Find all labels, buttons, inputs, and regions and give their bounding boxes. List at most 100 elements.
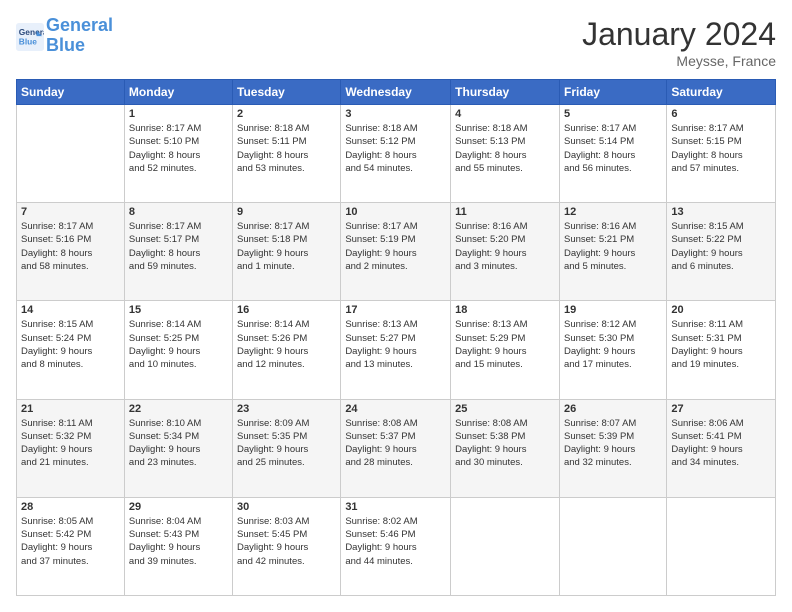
day-number: 1: [129, 108, 228, 120]
calendar-cell: 9 Sunrise: 8:17 AMSunset: 5:18 PMDaylight…: [233, 203, 341, 301]
calendar-cell: 10 Sunrise: 8:17 AMSunset: 5:19 PMDayligh…: [341, 203, 451, 301]
day-info: Sunrise: 8:09 AMSunset: 5:35 PMDaylight:…: [237, 417, 336, 470]
day-info: Sunrise: 8:06 AMSunset: 5:41 PMDaylight:…: [671, 417, 771, 470]
calendar-cell: 5Sunrise: 8:17 AMSunset: 5:14 PMDaylight…: [559, 105, 666, 203]
day-info: Sunrise: 8:11 AMSunset: 5:31 PMDaylight:…: [671, 318, 771, 371]
calendar-cell: 25Sunrise: 8:08 AMSunset: 5:38 PMDayligh…: [451, 399, 560, 497]
day-number: 20: [671, 304, 771, 316]
calendar-cell: 24 Sunrise: 8:08 AMSunset: 5:37 PMDayligh…: [341, 399, 451, 497]
day-info: Sunrise: 8:18 AMSunset: 5:13 PMDaylight:…: [455, 122, 555, 175]
calendar-cell: 14Sunrise: 8:15 AMSunset: 5:24 PMDayligh…: [17, 301, 125, 399]
calendar-cell: 13 Sunrise: 8:15 AMSunset: 5:22 PMDayligh…: [667, 203, 776, 301]
header: General Blue GeneralBlue January 2024 Me…: [16, 16, 776, 69]
day-info: Sunrise: 8:16 AMSunset: 5:20 PMDaylight:…: [455, 220, 555, 273]
calendar-cell: 16 Sunrise: 8:14 AMSunset: 5:26 PMDayligh…: [233, 301, 341, 399]
day-number: 24: [345, 403, 446, 415]
day-info: Sunrise: 8:18 AMSunset: 5:11 PMDaylight:…: [237, 122, 336, 175]
day-number: 16: [237, 304, 336, 316]
day-info: Sunrise: 8:07 AMSunset: 5:39 PMDaylight:…: [564, 417, 662, 470]
calendar-cell: 7 Sunrise: 8:17 AMSunset: 5:16 PMDaylight…: [17, 203, 125, 301]
calendar-cell: 12 Sunrise: 8:16 AMSunset: 5:21 PMDayligh…: [559, 203, 666, 301]
day-info: Sunrise: 8:17 AMSunset: 5:18 PMDaylight:…: [237, 220, 336, 273]
day-info: Sunrise: 8:10 AMSunset: 5:34 PMDaylight:…: [129, 417, 228, 470]
day-info: Sunrise: 8:04 AMSunset: 5:43 PMDaylight:…: [129, 515, 228, 568]
weekday-header: Thursday: [451, 80, 560, 105]
day-number: 14: [21, 304, 120, 316]
day-info: Sunrise: 8:14 AMSunset: 5:25 PMDaylight:…: [129, 318, 228, 371]
weekday-header: Sunday: [17, 80, 125, 105]
day-number: 13: [671, 206, 771, 218]
calendar-cell: 6Sunrise: 8:17 AMSunset: 5:15 PMDaylight…: [667, 105, 776, 203]
calendar-cell: [667, 497, 776, 595]
month-title: January 2024: [582, 16, 776, 53]
calendar-cell: 23Sunrise: 8:09 AMSunset: 5:35 PMDayligh…: [233, 399, 341, 497]
day-info: Sunrise: 8:08 AMSunset: 5:37 PMDaylight:…: [345, 417, 446, 470]
day-number: 11: [455, 206, 555, 218]
day-number: 6: [671, 108, 771, 120]
day-number: 31: [345, 501, 446, 513]
calendar-cell: 27 Sunrise: 8:06 AMSunset: 5:41 PMDayligh…: [667, 399, 776, 497]
day-number: 27: [671, 403, 771, 415]
day-info: Sunrise: 8:17 AMSunset: 5:10 PMDaylight:…: [129, 122, 228, 175]
day-number: 19: [564, 304, 662, 316]
day-number: 18: [455, 304, 555, 316]
calendar-week-row: 28 Sunrise: 8:05 AMSunset: 5:42 PMDayligh…: [17, 497, 776, 595]
calendar-cell: 11 Sunrise: 8:16 AMSunset: 5:20 PMDayligh…: [451, 203, 560, 301]
day-info: Sunrise: 8:17 AMSunset: 5:16 PMDaylight:…: [21, 220, 120, 273]
day-info: Sunrise: 8:16 AMSunset: 5:21 PMDaylight:…: [564, 220, 662, 273]
day-number: 10: [345, 206, 446, 218]
calendar-cell: 29 Sunrise: 8:04 AMSunset: 5:43 PMDayligh…: [124, 497, 232, 595]
calendar-cell: 22 Sunrise: 8:10 AMSunset: 5:34 PMDayligh…: [124, 399, 232, 497]
calendar-table: SundayMondayTuesdayWednesdayThursdayFrid…: [16, 79, 776, 596]
day-number: 7: [21, 206, 120, 218]
day-info: Sunrise: 8:17 AMSunset: 5:17 PMDaylight:…: [129, 220, 228, 273]
day-number: 22: [129, 403, 228, 415]
day-number: 4: [455, 108, 555, 120]
day-info: Sunrise: 8:11 AMSunset: 5:32 PMDaylight:…: [21, 417, 120, 470]
weekday-header: Wednesday: [341, 80, 451, 105]
day-info: Sunrise: 8:03 AMSunset: 5:45 PMDaylight:…: [237, 515, 336, 568]
logo-icon: General Blue: [16, 23, 44, 51]
location-title: Meysse, France: [582, 53, 776, 69]
title-area: January 2024 Meysse, France: [582, 16, 776, 69]
day-number: 12: [564, 206, 662, 218]
day-info: Sunrise: 8:13 AMSunset: 5:27 PMDaylight:…: [345, 318, 446, 371]
day-info: Sunrise: 8:14 AMSunset: 5:26 PMDaylight:…: [237, 318, 336, 371]
calendar-cell: 31 Sunrise: 8:02 AMSunset: 5:46 PMDayligh…: [341, 497, 451, 595]
day-number: 9: [237, 206, 336, 218]
calendar-cell: 19 Sunrise: 8:12 AMSunset: 5:30 PMDayligh…: [559, 301, 666, 399]
calendar-week-row: 14Sunrise: 8:15 AMSunset: 5:24 PMDayligh…: [17, 301, 776, 399]
day-number: 28: [21, 501, 120, 513]
logo: General Blue GeneralBlue: [16, 16, 113, 56]
calendar-week-row: 7 Sunrise: 8:17 AMSunset: 5:16 PMDaylight…: [17, 203, 776, 301]
calendar-cell: 26 Sunrise: 8:07 AMSunset: 5:39 PMDayligh…: [559, 399, 666, 497]
day-number: 3: [345, 108, 446, 120]
calendar-week-row: 1 Sunrise: 8:17 AMSunset: 5:10 PMDaylight…: [17, 105, 776, 203]
day-info: Sunrise: 8:12 AMSunset: 5:30 PMDaylight:…: [564, 318, 662, 371]
day-info: Sunrise: 8:18 AMSunset: 5:12 PMDaylight:…: [345, 122, 446, 175]
calendar-cell: [17, 105, 125, 203]
day-info: Sunrise: 8:02 AMSunset: 5:46 PMDaylight:…: [345, 515, 446, 568]
day-info: Sunrise: 8:17 AMSunset: 5:14 PMDaylight:…: [564, 122, 662, 175]
day-info: Sunrise: 8:17 AMSunset: 5:19 PMDaylight:…: [345, 220, 446, 273]
day-number: 17: [345, 304, 446, 316]
day-number: 2: [237, 108, 336, 120]
calendar-cell: 2 Sunrise: 8:18 AMSunset: 5:11 PMDaylight…: [233, 105, 341, 203]
page: General Blue GeneralBlue January 2024 Me…: [0, 0, 792, 612]
day-number: 26: [564, 403, 662, 415]
calendar-cell: 8 Sunrise: 8:17 AMSunset: 5:17 PMDaylight…: [124, 203, 232, 301]
day-info: Sunrise: 8:08 AMSunset: 5:38 PMDaylight:…: [455, 417, 555, 470]
calendar-cell: 17 Sunrise: 8:13 AMSunset: 5:27 PMDayligh…: [341, 301, 451, 399]
day-number: 29: [129, 501, 228, 513]
day-number: 8: [129, 206, 228, 218]
calendar-cell: 28 Sunrise: 8:05 AMSunset: 5:42 PMDayligh…: [17, 497, 125, 595]
calendar-cell: 20 Sunrise: 8:11 AMSunset: 5:31 PMDayligh…: [667, 301, 776, 399]
calendar-cell: 4 Sunrise: 8:18 AMSunset: 5:13 PMDaylight…: [451, 105, 560, 203]
weekday-header: Tuesday: [233, 80, 341, 105]
day-info: Sunrise: 8:15 AMSunset: 5:22 PMDaylight:…: [671, 220, 771, 273]
calendar-cell: 1 Sunrise: 8:17 AMSunset: 5:10 PMDaylight…: [124, 105, 232, 203]
day-number: 21: [21, 403, 120, 415]
weekday-header: Monday: [124, 80, 232, 105]
day-info: Sunrise: 8:13 AMSunset: 5:29 PMDaylight:…: [455, 318, 555, 371]
day-info: Sunrise: 8:05 AMSunset: 5:42 PMDaylight:…: [21, 515, 120, 568]
